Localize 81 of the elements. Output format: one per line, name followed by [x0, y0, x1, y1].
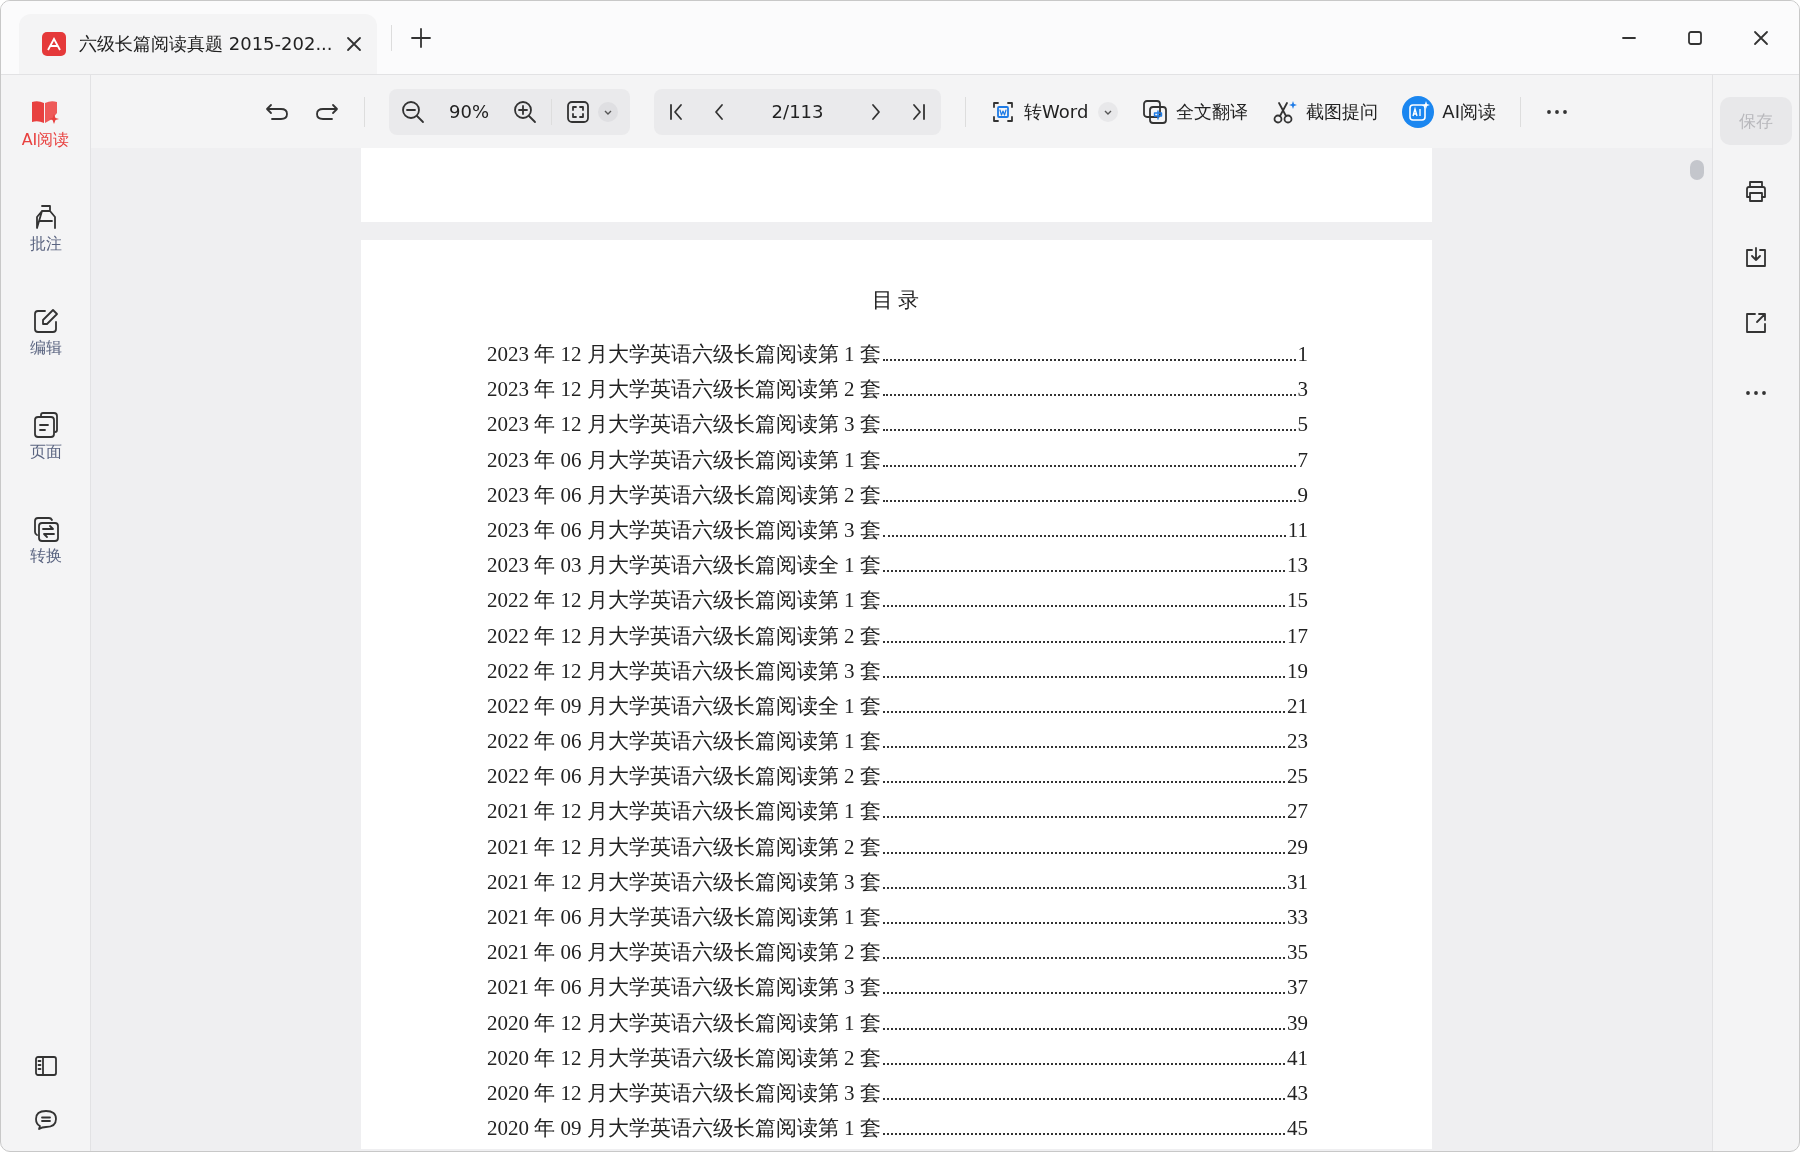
- toolbar-button[interactable]: 转Word: [990, 98, 1089, 125]
- toc-entry-title[interactable]: 2023 年 12 月大学英语六级长篇阅读第 1 套: [487, 340, 881, 368]
- new-tab-icon[interactable]: [410, 26, 432, 49]
- page-number: 23: [1287, 729, 1308, 755]
- zoom-in-icon[interactable]: [513, 99, 538, 124]
- download-icon[interactable]: [1744, 245, 1768, 269]
- zoom-level: 90%: [448, 101, 491, 122]
- sidebar-item[interactable]: AI阅读: [21, 99, 70, 151]
- page-number: 15: [1287, 588, 1308, 614]
- toc-entry-title[interactable]: 2023 年 06 月大学英语六级长篇阅读第 3 套: [487, 515, 881, 544]
- page-number: 33: [1287, 905, 1308, 930]
- more-icon[interactable]: [1744, 389, 1768, 397]
- toc-entry-title[interactable]: 2021 年 06 月大学英语六级长篇阅读第 2 套: [487, 938, 881, 967]
- page-number: 1: [1297, 342, 1308, 367]
- page-number: 25: [1287, 764, 1308, 790]
- page-number: 43: [1287, 1080, 1308, 1106]
- page-number: 19: [1287, 658, 1308, 684]
- ai-badge-icon: [1402, 95, 1435, 128]
- toc-entry-title[interactable]: 2020 年 12 月大学英语六级长篇阅读第 2 套: [487, 1043, 881, 1072]
- page-number: 45: [1287, 1116, 1308, 1142]
- maximize-icon[interactable]: [1687, 29, 1703, 46]
- toc-heading: 目录: [870, 287, 925, 314]
- toc-entry-title[interactable]: 2022 年 06 月大学英语六级长篇阅读第 1 套: [487, 727, 881, 756]
- edit-icon: [31, 307, 60, 335]
- sidebar-item[interactable]: 页面: [29, 411, 62, 463]
- page-number: 35: [1287, 940, 1308, 966]
- panel-icon[interactable]: [33, 1055, 58, 1077]
- toc-entry-title[interactable]: 2022 年 12 月大学英语六级长篇阅读第 3 套: [487, 656, 881, 685]
- toc-entry-title[interactable]: 2022 年 12 月大学英语六级长篇阅读第 1 套: [487, 586, 881, 615]
- toc-entry-title[interactable]: 2023 年 03 月大学英语六级长篇阅读全 1 套: [487, 551, 881, 580]
- sidebar-item[interactable]: 批注: [29, 203, 62, 255]
- toc-entry-title[interactable]: 2023 年 12 月大学英语六级长篇阅读第 3 套: [487, 410, 881, 439]
- page-number: 21: [1287, 693, 1308, 719]
- toolbar-button[interactable]: 截图提问: [1272, 98, 1379, 125]
- page-number: 41: [1287, 1045, 1308, 1071]
- page-number: 29: [1287, 834, 1308, 860]
- page-number: 37: [1287, 975, 1308, 1001]
- zoom-out-icon[interactable]: [401, 99, 426, 124]
- convert-icon: [31, 515, 60, 543]
- page-number: 39: [1287, 1010, 1308, 1036]
- document-tab[interactable]: 六级长篇阅读真题 2015-202...: [19, 14, 377, 74]
- toc-entry-title[interactable]: 2022 年 09 月大学英语六级长篇阅读全 1 套: [487, 691, 881, 720]
- toc-entry-title[interactable]: 2022 年 12 月大学英语六级长篇阅读第 2 套: [487, 621, 881, 650]
- page-number: 3: [1297, 377, 1308, 403]
- toc-entry-title[interactable]: 2022 年 06 月大学英语六级长篇阅读第 2 套: [487, 762, 881, 791]
- close-icon[interactable]: [1753, 29, 1769, 46]
- toc-entry-title[interactable]: 2023 年 06 月大学英语六级长篇阅读第 1 套: [487, 445, 881, 474]
- pages-icon: [31, 411, 60, 439]
- toc-entry-title[interactable]: 2021 年 06 月大学英语六级长篇阅读第 3 套: [487, 973, 881, 1002]
- toc-entry-title[interactable]: 2021 年 12 月大学英语六级长篇阅读第 3 套: [487, 867, 881, 896]
- translate-icon: [1142, 98, 1169, 125]
- pdf-file-icon: [41, 31, 67, 57]
- page-number: 17: [1287, 623, 1308, 649]
- more-icon[interactable]: [1544, 107, 1569, 116]
- page-number: 9: [1297, 482, 1308, 508]
- page-number: 31: [1287, 869, 1308, 895]
- toc-entry-title[interactable]: 2020 年 12 月大学英语六级长篇阅读第 3 套: [487, 1078, 881, 1107]
- fit-page-icon[interactable]: [566, 99, 591, 124]
- page-number[interactable]: 2/113: [750, 101, 846, 122]
- toc-entry-title[interactable]: 2020 年 12 月大学英语六级长篇阅读第 1 套: [487, 1008, 881, 1037]
- page-number: 11: [1287, 517, 1308, 543]
- page-number: 5: [1297, 412, 1308, 438]
- toolbar-button[interactable]: AI阅读: [1402, 95, 1496, 128]
- page-number: 13: [1287, 553, 1308, 579]
- toc-entry-title[interactable]: 2021 年 06 月大学英语六级长篇阅读第 1 套: [487, 903, 881, 931]
- print-icon[interactable]: [1744, 179, 1768, 203]
- sidebar-item[interactable]: 转换: [29, 515, 62, 567]
- toc-entry-title[interactable]: 2021 年 12 月大学英语六级长篇阅读第 1 套: [487, 797, 881, 826]
- toc-entry-title[interactable]: 2020 年 09 月大学英语六级长篇阅读第 1 套: [487, 1114, 881, 1143]
- sidebar-item[interactable]: 编辑: [29, 307, 62, 359]
- toc-entry-title[interactable]: 2023 年 06 月大学英语六级长篇阅读第 2 套: [487, 480, 881, 509]
- toc-entry-title[interactable]: 2023 年 12 月大学英语六级长篇阅读第 2 套: [487, 375, 881, 404]
- comment-icon[interactable]: [33, 1107, 58, 1131]
- share-icon[interactable]: [1744, 311, 1768, 335]
- close-icon[interactable]: [344, 35, 363, 53]
- tab-title: 六级长篇阅读真题 2015-202...: [79, 32, 333, 56]
- toolbar-button[interactable]: 全文翻译: [1142, 98, 1249, 125]
- toc-entry-title[interactable]: 2021 年 12 月大学英语六级长篇阅读第 2 套: [487, 832, 881, 861]
- page-number: 7: [1297, 447, 1308, 473]
- scrollbar-thumb[interactable]: [1690, 160, 1704, 180]
- page-number: 27: [1287, 799, 1308, 825]
